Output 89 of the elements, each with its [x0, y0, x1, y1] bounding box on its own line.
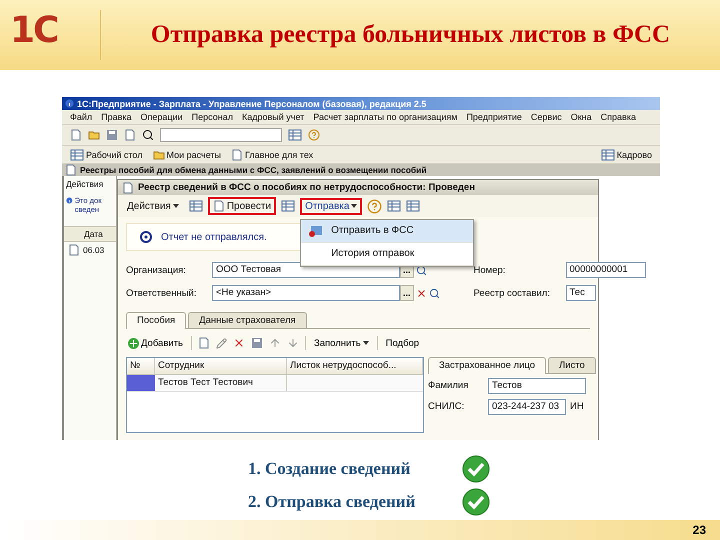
- document-icon: [68, 244, 80, 256]
- page-number: 23: [692, 523, 706, 537]
- menu-item[interactable]: Операции: [140, 112, 183, 122]
- table-icon: [600, 148, 615, 160]
- column-header: Листок нетрудоспособ...: [287, 358, 423, 374]
- step-text: 2. Отправка сведений: [248, 492, 416, 512]
- logo: 1С: [10, 10, 101, 60]
- menu-item[interactable]: Справка: [600, 112, 636, 122]
- input-field[interactable]: Тестов: [488, 378, 586, 394]
- input-field[interactable]: <Не указан>: [212, 285, 400, 301]
- actions-menu[interactable]: Действия: [64, 176, 116, 192]
- table-cell: Тестов Тест Тестович: [155, 375, 287, 391]
- document-icon: [231, 148, 244, 160]
- menu-item[interactable]: Персонал: [192, 112, 233, 122]
- menu-item[interactable]: История отправок: [301, 242, 474, 266]
- field-label: Реестр составил:: [474, 288, 551, 298]
- table-cell: 06.03: [83, 245, 104, 255]
- folder-icon: [152, 148, 164, 160]
- clear-icon[interactable]: [416, 288, 427, 298]
- menu-item[interactable]: Файл: [70, 112, 92, 122]
- field-label: СНИЛС:: [428, 401, 466, 412]
- new-document-icon[interactable]: [70, 129, 82, 141]
- panel-link[interactable]: Кадрово: [600, 148, 652, 160]
- menu-item[interactable]: Окна: [570, 112, 592, 122]
- field-label: Организация:: [126, 264, 187, 276]
- input-field[interactable]: Тес: [566, 285, 596, 301]
- form-title: Реестр сведений в ФСС о пособиях по нетрудоспособности: Проведен: [138, 182, 475, 193]
- caret-icon: [172, 204, 179, 208]
- field-label: Фамилия: [428, 380, 470, 391]
- move-down-icon[interactable]: [287, 337, 299, 349]
- plus-icon: [128, 338, 139, 348]
- menu-item[interactable]: Расчет зарплаты по организациям: [313, 112, 458, 122]
- toolbar-icon[interactable]: [387, 200, 402, 212]
- ring-icon: [139, 230, 153, 244]
- fill-menu-button[interactable]: Заполнить: [312, 338, 371, 348]
- tab[interactable]: Застрахованное лицо: [428, 357, 546, 374]
- menu-item[interactable]: Правка: [101, 112, 132, 122]
- column-header: Сотрудник: [155, 358, 287, 374]
- tab[interactable]: Листо: [548, 357, 596, 373]
- field-label: ИН: [570, 401, 584, 412]
- app-icon: [65, 99, 74, 108]
- menu-button[interactable]: Действия: [122, 198, 184, 214]
- info-icon: [66, 196, 73, 205]
- search-icon[interactable]: [416, 264, 427, 276]
- caret-icon: [351, 204, 358, 208]
- step-text: 1. Создание сведений: [248, 458, 412, 478]
- select-button[interactable]: ...: [400, 285, 414, 301]
- input-field[interactable]: 023-244-237 03: [488, 398, 566, 414]
- search-icon[interactable]: [142, 129, 154, 141]
- status-text: Отчет не отправлялся.: [161, 232, 267, 242]
- add-button[interactable]: Добавить: [126, 338, 185, 348]
- move-up-icon[interactable]: [269, 337, 281, 349]
- toolbar-icon[interactable]: [406, 200, 420, 212]
- save-icon[interactable]: [251, 337, 263, 349]
- field-label: Номер:: [474, 264, 506, 276]
- help-icon[interactable]: [308, 129, 320, 141]
- table-row[interactable]: Тестов Тест Тестович: [127, 375, 423, 392]
- table-icon[interactable]: [288, 129, 302, 141]
- document-window-title: Реестры пособий для обмена данными с ФСС, заявлений о возмещении пособий: [80, 165, 427, 175]
- slide-title: Отправка реестра больничных листов в ФСС: [150, 21, 672, 49]
- column-header: №: [127, 358, 155, 374]
- search-icon[interactable]: [428, 288, 440, 298]
- delete-icon[interactable]: [233, 337, 245, 349]
- window-title: 1С:Предприятие - Зарплата - Управление Персоналом (базовая), редакция 2.5: [77, 98, 426, 108]
- post-button[interactable]: Провести: [208, 197, 276, 215]
- caret-icon: [362, 341, 369, 345]
- edit-icon[interactable]: [216, 338, 227, 348]
- help-icon[interactable]: [367, 198, 382, 214]
- menu-item[interactable]: Сервис: [530, 112, 562, 122]
- column-header: Дата: [64, 226, 116, 242]
- tab[interactable]: Данные страхователя: [188, 312, 307, 328]
- field-label: Ответственный:: [126, 288, 198, 298]
- panel-link[interactable]: Мои расчеты: [152, 148, 222, 160]
- menu-item[interactable]: Кадровый учет: [242, 112, 304, 122]
- table-icon: [70, 148, 84, 160]
- folder-icon[interactable]: [88, 129, 100, 141]
- menu-item[interactable]: Отправить в ФСС: [301, 220, 474, 242]
- menu-item[interactable]: Предприятие: [466, 112, 522, 122]
- document-icon: [212, 200, 225, 212]
- panel-link[interactable]: Главное для тех: [231, 148, 314, 160]
- search-field[interactable]: [160, 128, 282, 142]
- toolbar-icon[interactable]: [188, 200, 203, 212]
- pick-button[interactable]: Подбор: [384, 338, 422, 348]
- save-icon[interactable]: [106, 129, 118, 141]
- input-field[interactable]: 00000000001: [566, 262, 646, 278]
- menu-button[interactable]: Отправка: [300, 198, 362, 214]
- panel-link[interactable]: Рабочий стол: [70, 148, 142, 160]
- toolbar-icon[interactable]: [281, 200, 296, 212]
- tab[interactable]: Пособия: [126, 312, 186, 329]
